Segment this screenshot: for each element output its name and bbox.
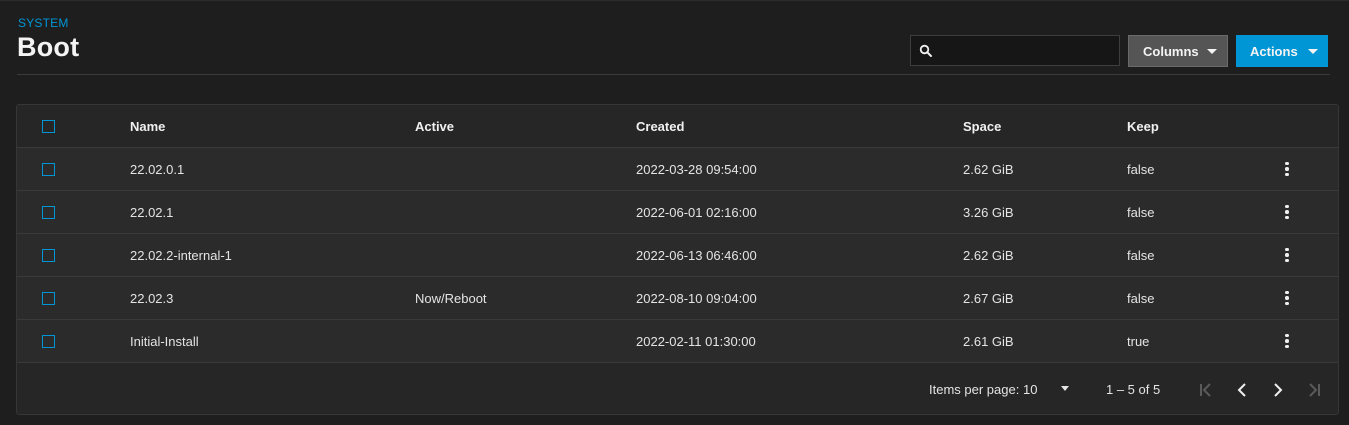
cell-name: Initial-Install [130, 333, 199, 349]
cell-keep: false [1127, 161, 1155, 177]
paginator: Items per page: 10 1 – 5 of 5 [17, 365, 1338, 414]
column-header-active[interactable]: Active [415, 105, 454, 147]
breadcrumb[interactable]: SYSTEM [18, 16, 69, 30]
more-vert-icon[interactable] [1279, 331, 1295, 351]
more-vert-icon[interactable] [1279, 288, 1295, 308]
search-box[interactable] [910, 35, 1121, 66]
next-page-icon[interactable] [1269, 365, 1287, 414]
chevron-down-icon [1298, 35, 1328, 67]
search-icon [919, 44, 933, 58]
cell-name: 22.02.2-internal-1 [130, 247, 232, 263]
table-row[interactable]: 22.02.3 Now/Reboot 2022-08-10 09:04:00 2… [17, 277, 1338, 320]
header-divider [17, 74, 1330, 75]
column-header-keep[interactable]: Keep [1127, 105, 1159, 147]
cell-keep: false [1127, 247, 1155, 263]
select-all-checkbox[interactable] [42, 119, 55, 133]
more-vert-icon[interactable] [1279, 159, 1295, 179]
column-header-space[interactable]: Space [963, 105, 1001, 147]
range-label: 1 – 5 of 5 [1106, 382, 1161, 397]
row-checkbox[interactable] [42, 334, 55, 348]
cell-keep: true [1127, 333, 1150, 349]
columns-button[interactable]: Columns [1128, 35, 1228, 67]
more-vert-icon[interactable] [1279, 245, 1295, 265]
columns-button-label: Columns [1143, 43, 1199, 59]
actions-button[interactable]: Actions [1236, 35, 1328, 67]
cell-created: 2022-06-01 02:16:00 [636, 204, 757, 220]
cell-name: 22.02.3 [130, 290, 174, 306]
table-row[interactable]: Initial-Install 2022-02-11 01:30:00 2.61… [17, 320, 1338, 363]
search-input[interactable] [933, 36, 1121, 65]
page: SYSTEM Boot Columns Actions Name Active … [0, 0, 1349, 425]
actions-button-label: Actions [1250, 43, 1298, 59]
cell-name: 22.02.0.1 [130, 161, 185, 177]
page-title: Boot [17, 32, 80, 62]
cell-name: 22.02.1 [130, 204, 174, 220]
table-header-row: Name Active Created Space Keep [17, 105, 1338, 148]
page-size-value: 10 [1023, 382, 1038, 397]
table-row[interactable]: 22.02.0.1 2022-03-28 09:54:00 2.62 GiB f… [17, 148, 1338, 191]
row-checkbox[interactable] [42, 248, 55, 262]
cell-space: 2.61 GiB [963, 333, 1014, 349]
cell-created: 2022-08-10 09:04:00 [636, 290, 757, 306]
table-row[interactable]: 22.02.2-internal-1 2022-06-13 06:46:00 2… [17, 234, 1338, 277]
page-size-select[interactable]: 10 [1023, 365, 1073, 414]
cell-space: 2.62 GiB [963, 161, 1014, 177]
last-page-icon[interactable] [1305, 365, 1323, 414]
cell-created: 2022-06-13 06:46:00 [636, 247, 757, 263]
cell-keep: false [1127, 290, 1155, 306]
cell-created: 2022-03-28 09:54:00 [636, 161, 757, 177]
chevron-down-icon [1061, 386, 1069, 391]
column-header-created[interactable]: Created [636, 105, 684, 147]
table-row[interactable]: 22.02.1 2022-06-01 02:16:00 3.26 GiB fal… [17, 191, 1338, 234]
chevron-down-icon [1197, 36, 1227, 66]
column-header-name[interactable]: Name [130, 105, 165, 147]
first-page-icon[interactable] [1197, 365, 1215, 414]
cell-space: 2.62 GiB [963, 247, 1014, 263]
row-checkbox[interactable] [42, 205, 55, 219]
more-vert-icon[interactable] [1279, 202, 1295, 222]
boot-environments-table: Name Active Created Space Keep 22.02.0.1… [16, 104, 1339, 415]
items-per-page-label: Items per page: [929, 382, 1020, 397]
select-all-checkbox-cell [42, 105, 55, 147]
row-checkbox[interactable] [42, 162, 55, 176]
cell-active: Now/Reboot [415, 290, 487, 306]
cell-space: 2.67 GiB [963, 290, 1014, 306]
row-checkbox[interactable] [42, 291, 55, 305]
previous-page-icon[interactable] [1233, 365, 1251, 414]
cell-created: 2022-02-11 01:30:00 [636, 333, 756, 349]
cell-space: 3.26 GiB [963, 204, 1014, 220]
cell-keep: false [1127, 204, 1155, 220]
